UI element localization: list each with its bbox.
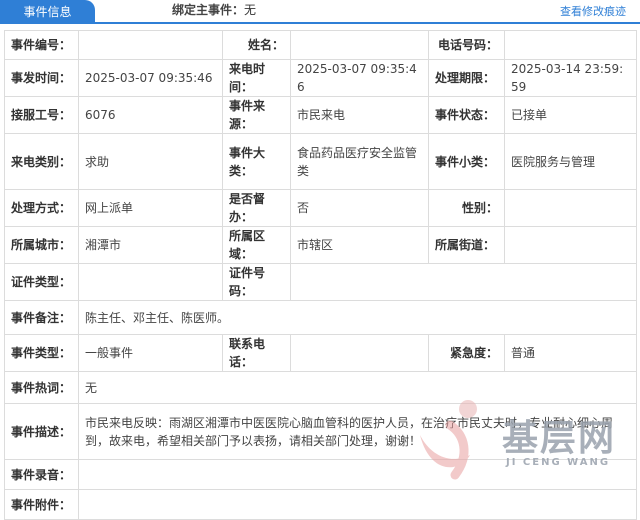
event-info-table: 事件编号： 姓名： 电话号码： 事发时间： 2025-03-07 09:35:4…	[4, 30, 637, 520]
name-label: 姓名：	[222, 30, 291, 60]
recording-value	[78, 459, 637, 490]
urgency-label: 紧急度：	[428, 334, 505, 372]
table-row: 事件录音：	[4, 459, 637, 490]
event-no-value	[78, 30, 223, 60]
description-value: 市民来电反映：雨湖区湘潭市中医医院心脑血管科的医护人员，在治疗市民丈夫时，专业耐…	[78, 403, 637, 460]
table-row: 事发时间： 2025-03-07 09:35:46 来电时间： 2025-03-…	[4, 59, 637, 97]
remark-value: 陈主任、邓主任、陈医师。	[78, 300, 637, 335]
phone-label: 电话号码：	[428, 30, 505, 60]
hotword-label: 事件热词：	[4, 371, 79, 404]
event-no-label: 事件编号：	[4, 30, 79, 60]
gender-label: 性别：	[428, 189, 505, 227]
handling-value: 网上派单	[78, 189, 223, 227]
event-type-label: 事件类型：	[4, 334, 79, 372]
city-value: 湘潭市	[78, 226, 223, 264]
table-row: 事件描述： 市民来电反映：雨湖区湘潭市中医医院心脑血管科的医护人员，在治疗市民丈…	[4, 403, 637, 460]
subcategory-label: 事件小类：	[428, 133, 505, 190]
event-type-value: 一般事件	[78, 334, 223, 372]
district-value: 市辖区	[290, 226, 429, 264]
hotword-value: 无	[78, 371, 637, 404]
table-row: 所属城市： 湘潭市 所属区域： 市辖区 所属街道：	[4, 226, 637, 264]
view-edit-history-link[interactable]: 查看修改痕迹	[560, 4, 626, 20]
id-no-label: 证件号码：	[222, 263, 291, 301]
street-label: 所属街道：	[428, 226, 505, 264]
deadline-label: 处理期限：	[428, 59, 505, 97]
table-row: 事件编号： 姓名： 电话号码：	[4, 30, 637, 60]
urgency-value: 普通	[504, 334, 637, 372]
tab-event-info[interactable]: 事件信息	[0, 0, 95, 24]
table-row: 证件类型： 证件号码：	[4, 263, 637, 301]
bind-main-event: 绑定主事件：无	[172, 2, 256, 18]
attachment-value	[78, 489, 637, 520]
source-label: 事件来源：	[222, 96, 291, 134]
table-row: 处理方式： 网上派单 是否督办： 否 性别：	[4, 189, 637, 227]
status-value: 已接单	[504, 96, 637, 134]
contact-phone-label: 联系电话：	[222, 334, 291, 372]
contact-phone-value	[290, 334, 429, 372]
category-label: 事件大类：	[222, 133, 291, 190]
gender-value	[504, 189, 637, 227]
call-time-label: 来电时间：	[222, 59, 291, 97]
phone-value	[504, 30, 637, 60]
occur-time-label: 事发时间：	[4, 59, 79, 97]
header-bar: 事件信息 绑定主事件：无 查看修改痕迹	[0, 0, 640, 24]
call-type-value: 求助	[78, 133, 223, 190]
subcategory-value: 医院服务与管理	[504, 133, 637, 190]
table-row: 事件热词： 无	[4, 371, 637, 404]
status-label: 事件状态：	[428, 96, 505, 134]
street-value	[504, 226, 637, 264]
handling-label: 处理方式：	[4, 189, 79, 227]
table-row: 事件类型： 一般事件 联系电话： 紧急度： 普通	[4, 334, 637, 372]
id-no-value	[290, 263, 637, 301]
supervise-value: 否	[290, 189, 429, 227]
operator-no-value: 6076	[78, 96, 223, 134]
id-type-label: 证件类型：	[4, 263, 79, 301]
table-row: 事件附件：	[4, 489, 637, 520]
bind-main-label: 绑定主事件：	[172, 3, 245, 17]
deadline-value: 2025-03-14 23:59:59	[504, 59, 637, 97]
id-type-value	[78, 263, 223, 301]
bind-main-value: 无	[244, 3, 257, 17]
table-row: 事件备注： 陈主任、邓主任、陈医师。	[4, 300, 637, 335]
recording-label: 事件录音：	[4, 459, 79, 490]
supervise-label: 是否督办：	[222, 189, 291, 227]
operator-no-label: 接服工号：	[4, 96, 79, 134]
table-row: 来电类别： 求助 事件大类： 食品药品医疗安全监管类 事件小类： 医院服务与管理	[4, 133, 637, 190]
call-time-value: 2025-03-07 09:35:46	[290, 59, 429, 97]
district-label: 所属区域：	[222, 226, 291, 264]
category-value: 食品药品医疗安全监管类	[290, 133, 429, 190]
call-type-label: 来电类别：	[4, 133, 79, 190]
description-label: 事件描述：	[4, 403, 79, 460]
attachment-label: 事件附件：	[4, 489, 79, 520]
remark-label: 事件备注：	[4, 300, 79, 335]
occur-time-value: 2025-03-07 09:35:46	[78, 59, 223, 97]
source-value: 市民来电	[290, 96, 429, 134]
city-label: 所属城市：	[4, 226, 79, 264]
name-value	[290, 30, 429, 60]
table-row: 接服工号： 6076 事件来源： 市民来电 事件状态： 已接单	[4, 96, 637, 134]
